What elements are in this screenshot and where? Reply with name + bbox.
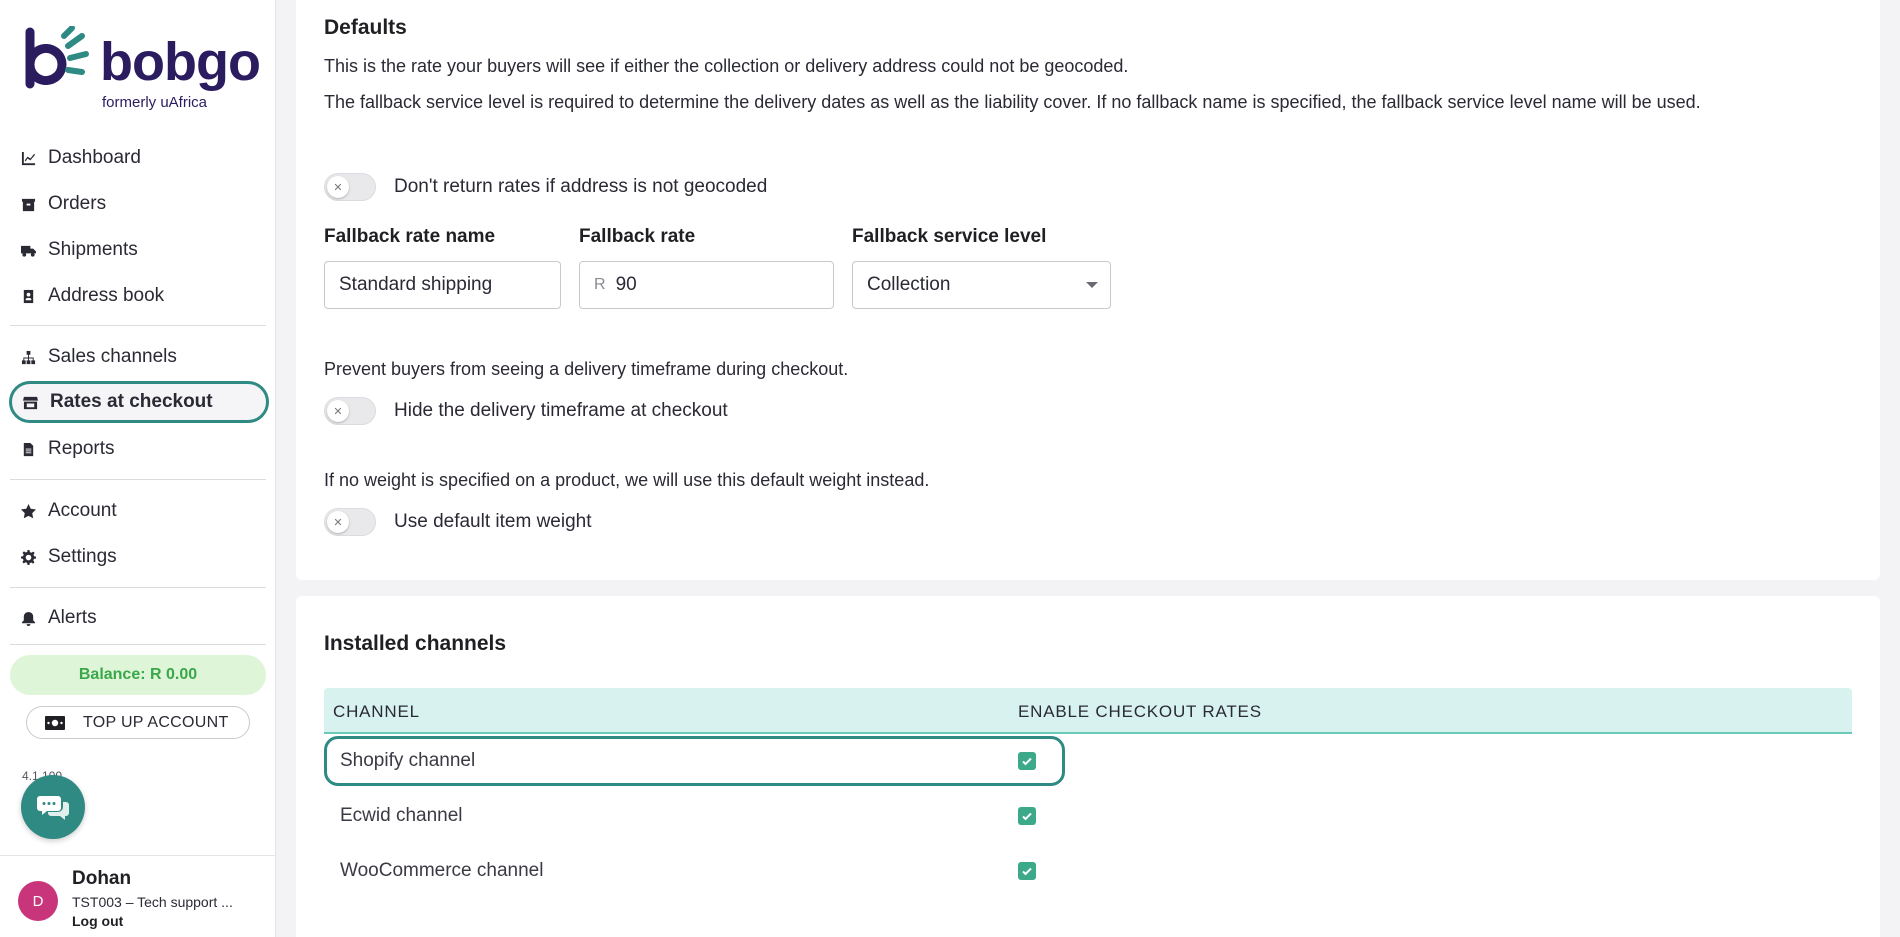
sidebar-item-label: Shipments [48,239,138,260]
sidebar-item-label: Orders [48,193,107,214]
fallback-rate-value: 90 [615,274,637,295]
geocode-toggle-row: ✕ Don't return rates if address is not g… [324,173,767,201]
sidebar-divider [10,325,266,326]
chat-icon [37,796,69,820]
fallback-rate-input[interactable]: R 90 [579,261,834,309]
sidebar-item-label: Rates at checkout [50,391,213,412]
timeframe-toggle-label: Hide the delivery timeframe at checkout [394,400,728,421]
table-row: Shopify channel [324,734,1852,789]
sidebar-item-label: Account [48,500,117,521]
fallback-description: The fallback service level is required t… [324,92,1701,112]
money-icon [45,715,65,730]
logo-wordmark: bobgo [100,32,261,92]
truck-icon [20,242,36,258]
sidebar-item-label: Reports [48,438,115,459]
weight-toggle-label: Use default item weight [394,511,592,532]
sidebar: bobgo formerly uAfrica Dashboard Orders … [0,0,276,937]
defaults-description: This is the rate your buyers will see if… [324,56,1129,76]
sidebar-item-orders[interactable]: Orders [10,183,270,225]
sidebar-item-rates-at-checkout[interactable]: Rates at checkout [9,381,269,423]
sidebar-item-account[interactable]: Account [10,490,270,532]
contact-book-icon [20,288,36,304]
sidebar-item-label: Settings [48,546,117,567]
sidebar-item-alerts[interactable]: Alerts [10,597,270,639]
toggle-off-icon: ✕ [327,400,349,422]
store-icon [22,394,38,410]
sidebar-item-label: Address book [48,285,165,306]
sidebar-divider [10,479,266,480]
fallback-service-level-select[interactable]: Collection [852,261,1111,309]
balance-badge: Balance: R 0.00 [10,655,266,695]
file-icon [20,441,36,457]
column-header-channel: CHANNEL [333,702,420,721]
check-icon [1022,812,1032,821]
enable-checkout-rates-checkbox[interactable] [1018,752,1036,770]
timeframe-description: Prevent buyers from seeing a delivery ti… [324,359,849,379]
currency-prefix: R [594,276,606,293]
bell-icon [20,610,36,626]
logo[interactable]: bobgo formerly uAfrica [24,26,264,116]
sidebar-item-dashboard[interactable]: Dashboard [10,137,270,179]
top-up-label: TOP UP ACCOUNT [83,713,229,731]
chat-widget-button[interactable] [21,775,85,839]
timeframe-toggle[interactable]: ✕ [324,397,376,425]
check-icon [1022,757,1032,766]
defaults-title: Defaults [324,16,407,39]
top-up-account-button[interactable]: TOP UP ACCOUNT [26,706,250,739]
check-icon [1022,867,1032,876]
channel-name: WooCommerce channel [340,860,544,881]
gear-icon [20,549,36,565]
fallback-rate-name-input[interactable]: Standard shipping [324,261,561,309]
logo-subtitle: formerly uAfrica [102,94,208,111]
table-row: WooCommerce channel [324,844,1852,899]
chart-line-icon [20,150,36,166]
bobgo-logo-icon [25,26,89,89]
sidebar-item-shipments[interactable]: Shipments [10,229,270,271]
column-header-enable-checkout-rates: ENABLE CHECKOUT RATES [1018,702,1262,721]
logout-link[interactable]: Log out [72,913,123,929]
channel-name: Shopify channel [340,750,476,771]
sidebar-divider [10,587,266,588]
avatar[interactable]: D [18,881,58,921]
weight-toggle-row: ✕ Use default item weight [324,508,592,536]
star-icon [20,503,36,519]
sidebar-item-reports[interactable]: Reports [10,428,270,470]
geocode-toggle[interactable]: ✕ [324,173,376,201]
sitemap-icon [20,349,36,365]
fallback-rate-name-label: Fallback rate name [324,226,496,247]
sidebar-item-sales-channels[interactable]: Sales channels [10,336,270,378]
fallback-rate-name-value: Standard shipping [339,274,493,295]
timeframe-toggle-row: ✕ Hide the delivery timeframe at checkou… [324,397,728,425]
sidebar-divider [10,644,266,645]
sidebar-item-label: Sales channels [48,346,177,367]
user-name: Dohan [72,868,132,889]
sidebar-item-settings[interactable]: Settings [10,536,270,578]
user-organisation: TST003 – Tech support ... [72,894,233,910]
sidebar-item-label: Alerts [48,607,97,628]
weight-toggle[interactable]: ✕ [324,508,376,536]
installed-channels-card: Installed channels CHANNEL ENABLE CHECKO… [296,596,1880,937]
fallback-rate-label: Fallback rate [579,226,696,247]
geocode-toggle-label: Don't return rates if address is not geo… [394,176,768,197]
weight-description: If no weight is specified on a product, … [324,470,930,490]
table-row: Ecwid channel [324,789,1852,844]
user-profile: D Dohan TST003 – Tech support ... Log ou… [0,855,276,937]
channel-name: Ecwid channel [340,805,463,826]
sidebar-item-address-book[interactable]: Address book [10,275,270,317]
installed-channels-title: Installed channels [324,632,507,655]
toggle-off-icon: ✕ [327,511,349,533]
chevron-down-icon [1086,282,1098,288]
sidebar-item-label: Dashboard [48,147,141,168]
enable-checkout-rates-checkbox[interactable] [1018,862,1036,880]
table-header: CHANNEL ENABLE CHECKOUT RATES [324,688,1852,734]
fallback-service-level-value: Collection [867,274,951,295]
box-icon [20,196,36,212]
toggle-off-icon: ✕ [327,176,349,198]
enable-checkout-rates-checkbox[interactable] [1018,807,1036,825]
fallback-service-level-label: Fallback service level [852,226,1047,247]
defaults-card: Defaults This is the rate your buyers wi… [296,0,1880,580]
